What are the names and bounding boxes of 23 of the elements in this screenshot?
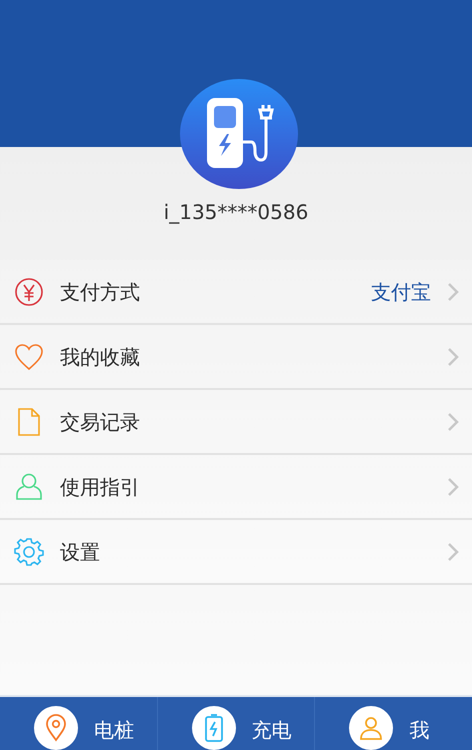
- chevron-right-icon: [447, 346, 459, 366]
- menu-label: 使用指引: [60, 474, 140, 500]
- username: i_135****0586: [164, 199, 308, 226]
- menu-label: 设置: [60, 538, 100, 566]
- menu-item[interactable]: 交易记录: [0, 390, 472, 455]
- tab-button[interactable]: 我: [314, 697, 472, 750]
- menu-item[interactable]: 支付方式 支付宝: [0, 260, 472, 325]
- chevron-right-icon: [447, 476, 459, 496]
- menu-label: 交易记录: [60, 408, 140, 436]
- location-pin-icon: [45, 714, 67, 742]
- menu-item[interactable]: 我的收藏: [0, 325, 472, 390]
- chevron-right-icon: [447, 412, 459, 432]
- person-icon: [358, 715, 384, 741]
- battery-icon: [204, 713, 224, 743]
- tab-button[interactable]: 电桩: [0, 697, 157, 750]
- menu-label: 我的收藏: [60, 344, 140, 370]
- chevron-right-icon: [447, 282, 459, 302]
- menu-value: 支付宝: [371, 278, 431, 306]
- menu-label: 支付方式: [60, 278, 140, 306]
- menu-item[interactable]: 设置: [0, 520, 472, 585]
- menu-item[interactable]: 使用指引: [0, 455, 472, 520]
- tab-button[interactable]: 充电: [156, 697, 314, 750]
- chevron-right-icon: [447, 542, 459, 562]
